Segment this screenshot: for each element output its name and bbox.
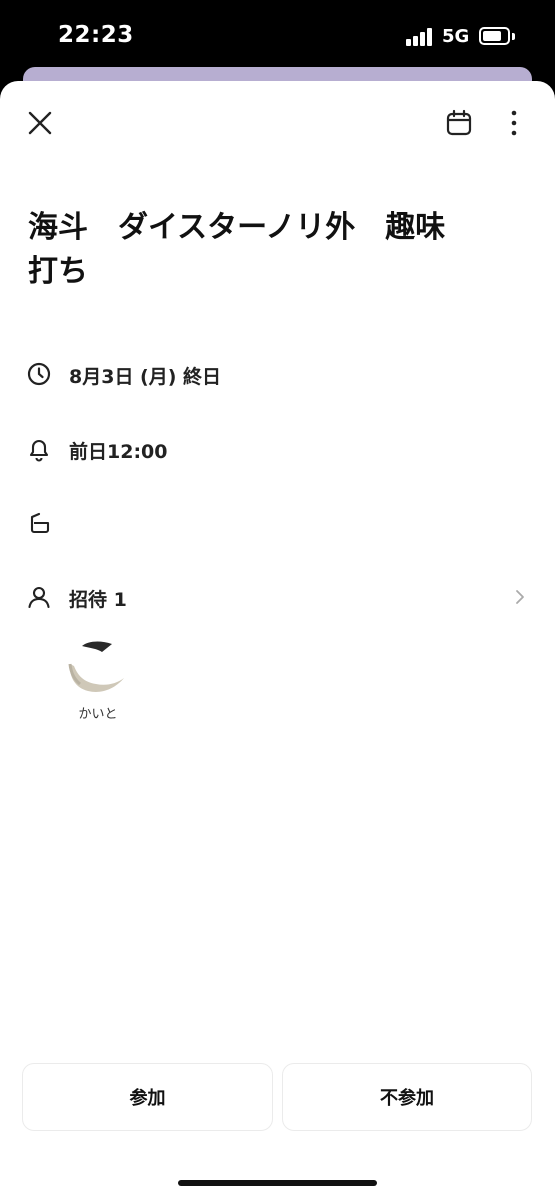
event-detail-sheet: 海斗 ダイスターノリ外 趣味打ち 8月3日 (月) 終日 前日12:00 招待 …: [0, 81, 555, 1200]
more-button[interactable]: [494, 101, 534, 145]
signal-icon: [406, 28, 434, 46]
event-title: 海斗 ダイスターノリ外 趣味打ち: [28, 210, 446, 289]
calendar-row: [0, 500, 555, 544]
clock-icon: [27, 362, 51, 386]
close-button[interactable]: [18, 101, 62, 145]
bell-icon: [29, 439, 49, 462]
status-bar: 22:23 5G: [0, 0, 555, 70]
calendar-button[interactable]: [437, 101, 481, 145]
person-icon: [28, 586, 50, 609]
invitee-name: かいと: [78, 707, 118, 722]
calendar-icon: [446, 109, 472, 136]
invite-label: 招待 1: [69, 589, 127, 611]
battery-icon: [479, 27, 510, 45]
status-time: 22:23: [58, 22, 134, 48]
invitee-item[interactable]: かいと: [64, 636, 132, 722]
battery-tip: [512, 33, 515, 40]
home-indicator: [178, 1180, 377, 1186]
avatar: [67, 637, 129, 699]
close-icon: [28, 111, 52, 135]
more-vertical-icon: [511, 110, 517, 136]
chevron-right-icon: [516, 590, 524, 604]
reminder-row: 前日12:00: [0, 426, 555, 470]
join-button[interactable]: 参加: [22, 1063, 273, 1131]
event-date: 8月3日 (月) 終日: [69, 366, 222, 388]
calendar-book-icon: [30, 512, 50, 534]
decline-button[interactable]: 不参加: [282, 1063, 532, 1131]
invite-row[interactable]: 招待 1: [0, 574, 555, 618]
event-date-row: 8月3日 (月) 終日: [0, 351, 555, 395]
network-type: 5G: [442, 26, 470, 47]
reminder-text: 前日12:00: [69, 441, 168, 463]
